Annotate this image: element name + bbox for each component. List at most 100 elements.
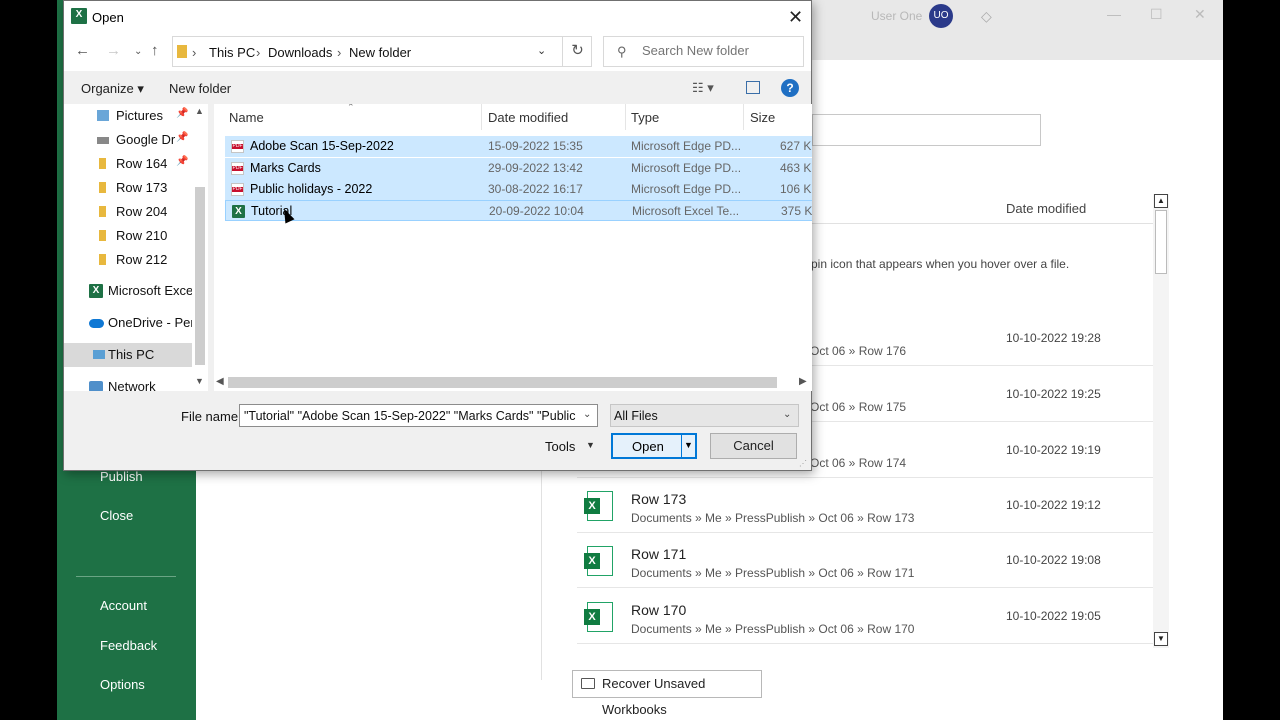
pin-icon[interactable]: 📌 <box>176 156 188 167</box>
file-row[interactable]: Marks Cards 29-09-2022 13:42 Microsoft E… <box>225 158 812 179</box>
nav-account[interactable]: Account <box>100 598 147 613</box>
change-view-icon[interactable]: ☷ ▾ <box>692 80 714 96</box>
recent-locations-icon[interactable]: ⌄ <box>134 46 142 57</box>
maximize-icon[interactable]: ☐ <box>1150 6 1163 23</box>
pin-icon[interactable]: 📌 <box>176 108 188 119</box>
file-list: ⌃ Name Date modified Type Size Adobe Sca… <box>214 104 812 391</box>
file-row[interactable]: Tutorial 20-09-2022 10:04 Microsoft Exce… <box>225 200 812 221</box>
recent-file-row[interactable]: X Row 173 Documents » Me » PressPublish … <box>577 478 1153 533</box>
column-header-size[interactable]: Size <box>750 110 775 125</box>
tree-item-row-210[interactable]: Row 210 <box>64 224 192 248</box>
column-divider[interactable] <box>743 104 744 130</box>
column-header-date-modified[interactable]: Date modified <box>1006 201 1086 216</box>
close-window-icon[interactable]: ✕ <box>1194 6 1206 23</box>
column-divider[interactable] <box>481 104 482 130</box>
breadcrumb-separator-icon[interactable]: › <box>192 45 196 60</box>
breadcrumb-new-folder[interactable]: New folder <box>349 45 411 60</box>
scroll-thumb[interactable] <box>195 187 205 365</box>
preview-pane-icon[interactable] <box>746 81 760 94</box>
tree-item-pictures[interactable]: Pictures 📌 <box>64 104 192 128</box>
new-folder-button[interactable]: New folder <box>169 81 231 96</box>
organize-button[interactable]: Organize ▾ <box>81 81 144 97</box>
file-name: Public holidays - 2022 <box>250 182 373 196</box>
tools-button[interactable]: Tools ▼ <box>545 439 595 454</box>
file-list-hscrollbar[interactable]: ◀ ▶ <box>214 374 812 391</box>
file-name-label: File name: <box>181 409 242 424</box>
close-icon[interactable]: ✕ <box>788 7 803 28</box>
scroll-up-icon[interactable]: ▲ <box>1154 194 1168 208</box>
tree-item-onedrive[interactable]: OneDrive - Personal <box>64 311 192 335</box>
avatar[interactable]: UO <box>929 4 953 28</box>
scroll-thumb[interactable] <box>228 377 777 388</box>
scroll-down-icon[interactable]: ▼ <box>195 376 204 386</box>
tree-item-label: This PC <box>108 347 155 362</box>
tree-item-label: Row 173 <box>116 180 168 195</box>
tree-item-row-173[interactable]: Row 173 <box>64 176 192 200</box>
recent-file-date: 10-10-2022 19:28 <box>1006 331 1101 345</box>
file-name-input[interactable]: "Tutorial" "Adobe Scan 15-Sep-2022" "Mar… <box>239 404 598 427</box>
premium-diamond-icon[interactable]: ◇ <box>981 8 992 25</box>
back-arrow-icon[interactable]: ← <box>75 42 90 59</box>
scroll-thumb[interactable] <box>1155 210 1167 274</box>
scroll-down-icon[interactable]: ▼ <box>1154 632 1168 646</box>
cancel-button[interactable]: Cancel <box>710 433 797 459</box>
nav-options[interactable]: Options <box>100 677 145 692</box>
column-divider[interactable] <box>625 104 626 130</box>
recover-unsaved-workbooks-button[interactable]: Recover Unsaved Workbooks <box>572 670 762 717</box>
help-icon[interactable]: ? <box>781 79 799 97</box>
up-arrow-icon[interactable]: ↑ <box>151 42 159 59</box>
tree-item-this-pc[interactable]: This PC <box>64 343 192 367</box>
recent-file-path: Documents » Me » PressPublish » Oct 06 »… <box>631 566 915 580</box>
chevron-down-icon[interactable]: ⌄ <box>537 44 546 57</box>
scroll-up-icon[interactable]: ▲ <box>195 106 204 116</box>
recent-file-row[interactable]: X Row 170 Documents » Me » PressPublish … <box>577 589 1153 644</box>
file-row[interactable]: Public holidays - 2022 30-08-2022 16:17 … <box>225 179 812 200</box>
chevron-down-icon[interactable]: ⌄ <box>583 409 591 420</box>
open-options-caret-icon[interactable]: ▼ <box>684 440 693 450</box>
split-divider <box>681 435 682 457</box>
search-box[interactable]: ⚲ <box>603 36 804 67</box>
tree-scrollbar[interactable]: ▲ ▼ <box>192 104 208 391</box>
open-button[interactable]: Open ▼ <box>611 433 697 459</box>
file-date: 30-08-2022 16:17 <box>488 182 583 196</box>
breadcrumb-separator-icon[interactable]: › <box>256 45 260 60</box>
minimize-icon[interactable]: — <box>1107 6 1121 22</box>
forward-arrow-icon[interactable]: → <box>106 42 121 59</box>
address-bar[interactable]: › This PC › Downloads › New folder ⌄ <box>172 36 592 67</box>
scroll-right-icon[interactable]: ▶ <box>799 376 807 387</box>
excel-file-icon: X <box>584 546 613 576</box>
tree-item-google-drive[interactable]: Google Drive 📌 <box>64 128 192 152</box>
chevron-down-icon[interactable]: ⌄ <box>783 409 791 420</box>
breadcrumb-downloads[interactable]: Downloads <box>268 45 332 60</box>
tree-item-row-212[interactable]: Row 212 <box>64 248 192 272</box>
breadcrumb-separator-icon[interactable]: › <box>337 45 341 60</box>
resize-grip-icon[interactable]: ⋰ <box>799 459 807 468</box>
nav-publish[interactable]: Publish <box>100 469 143 484</box>
search-input[interactable] <box>642 43 792 58</box>
nav-feedback[interactable]: Feedback <box>100 638 157 653</box>
refresh-icon[interactable]: ↻ <box>562 36 592 67</box>
file-type-select[interactable]: All Files ⌄ <box>610 404 799 427</box>
backstage-search-input[interactable] <box>812 114 1041 146</box>
pin-icon[interactable]: 📌 <box>176 132 188 143</box>
recent-file-row[interactable]: X Row 171 Documents » Me » PressPublish … <box>577 533 1153 588</box>
tree-item-row-164[interactable]: Row 164 📌 <box>64 152 192 176</box>
tree-item-label: Pictures <box>116 108 163 123</box>
column-header-name[interactable]: Name <box>229 110 264 125</box>
tree-item-row-204[interactable]: Row 204 <box>64 200 192 224</box>
pdf-file-icon <box>231 183 244 196</box>
tree-item-label: Row 212 <box>116 252 168 267</box>
column-header-date-modified[interactable]: Date modified <box>488 110 568 125</box>
file-name-value: "Tutorial" "Adobe Scan 15-Sep-2022" "Mar… <box>244 409 578 423</box>
scroll-left-icon[interactable]: ◀ <box>216 376 224 387</box>
tree-item-microsoft-excel[interactable]: Microsoft Excel <box>64 279 196 303</box>
tree-item-label: Row 164 <box>116 156 168 171</box>
tree-item-label: Row 204 <box>116 204 168 219</box>
file-row[interactable]: Adobe Scan 15-Sep-2022 15-09-2022 15:35 … <box>225 136 812 157</box>
column-header-type[interactable]: Type <box>631 110 659 125</box>
nav-close[interactable]: Close <box>100 508 133 523</box>
recent-list-scrollbar[interactable]: ▲ ▼ <box>1153 194 1169 648</box>
tree-item-network[interactable]: Network <box>64 375 192 391</box>
folder-icon <box>99 158 106 169</box>
breadcrumb-this-pc[interactable]: This PC <box>209 45 255 60</box>
